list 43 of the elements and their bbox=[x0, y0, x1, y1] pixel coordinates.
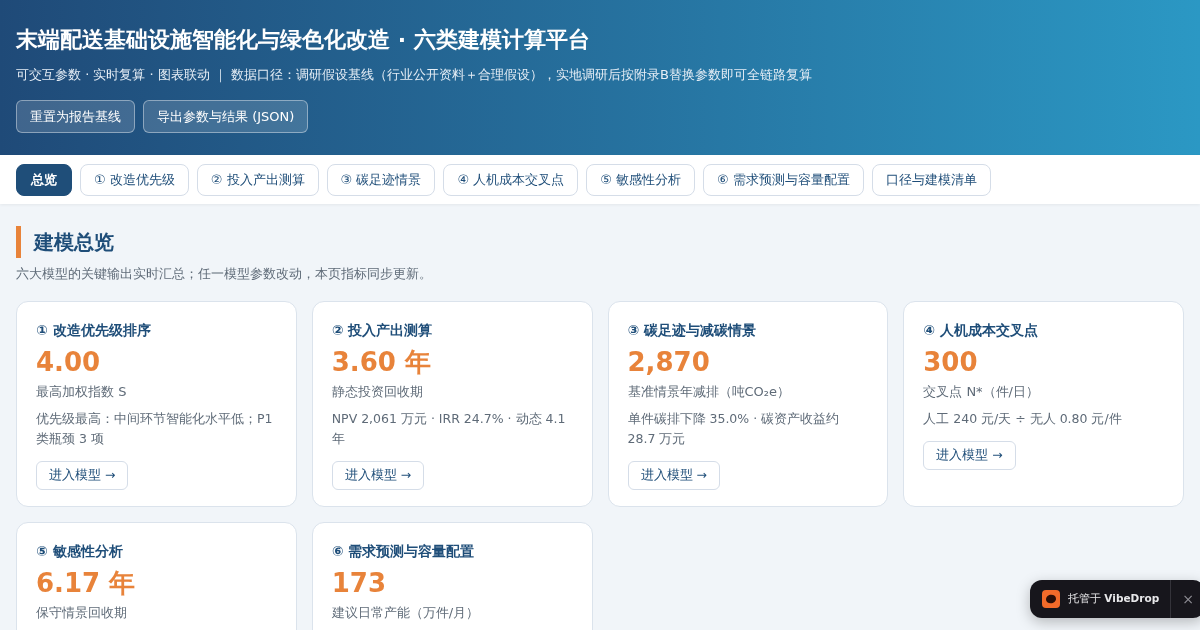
card-title: ① 改造优先级排序 bbox=[36, 321, 151, 340]
header-button[interactable]: 导出参数与结果 (JSON) bbox=[143, 100, 309, 133]
close-button[interactable]: × bbox=[1171, 580, 1200, 618]
card-value: 6.17 年 bbox=[36, 567, 136, 600]
card-value: 3.60 年 bbox=[331, 346, 431, 379]
card-value: 4.00 bbox=[36, 346, 101, 379]
card-label: 保守情景回收期 bbox=[36, 604, 127, 622]
card-value: 173 bbox=[331, 567, 387, 600]
enter-model-button[interactable]: 进入模型 → bbox=[923, 441, 1016, 470]
card-detail: 单件碳排下降 35.0% · 碳资产收益约 28.7 万元 bbox=[627, 410, 841, 448]
card-title: ② 投入产出测算 bbox=[331, 321, 433, 340]
enter-model-button[interactable]: 进入模型 → bbox=[36, 461, 129, 490]
tab[interactable]: 口径与建模清单 bbox=[871, 163, 991, 196]
card-title: ③ 碳足迹与减碳情景 bbox=[627, 321, 757, 340]
logo-icon bbox=[1042, 590, 1060, 608]
card-label: 静态投资回收期 bbox=[331, 383, 423, 401]
header-button[interactable]: 重置为报告基线 bbox=[16, 100, 135, 133]
card-detail: 人工 240 元/天 ÷ 无人 0.80 元/件 bbox=[923, 410, 1122, 428]
enter-model-button[interactable]: 进入模型 → bbox=[331, 461, 425, 490]
page-title: 末端配送基础设施智能化与绿色化改造 · 六类建模计算平台 bbox=[16, 26, 590, 54]
tab[interactable]: ⑥ 需求预测与容量配置 bbox=[703, 163, 864, 196]
card-title: ⑤ 敏感性分析 bbox=[36, 542, 123, 561]
page-subtitle: 可交互参数 · 实时复算 · 图表联动 ｜ 数据口径：调研假设基线（行业公开资料＋合理假设），实地调研后按附录B替换参数即可全链路复算 bbox=[16, 66, 812, 85]
enter-model-button[interactable]: 进入模型 → bbox=[627, 461, 720, 490]
card-label: 基准情景年减排（吨CO₂e） bbox=[627, 383, 791, 401]
tab[interactable]: ① 改造优先级 bbox=[80, 163, 189, 196]
card-value: 2,870 bbox=[627, 346, 710, 379]
card-label: 交叉点 N*（件/日） bbox=[923, 383, 1039, 401]
card-title: ④ 人机成本交叉点 bbox=[923, 321, 1038, 340]
card-detail: 优先级最高：中间环节智能化水平低；P1 类瓶颈 3 项 bbox=[36, 410, 274, 448]
tab[interactable]: ③ 碳足迹情景 bbox=[326, 163, 436, 196]
tab[interactable]: 总览 bbox=[16, 163, 72, 196]
card-label: 建议日常产能（万件/月） bbox=[331, 604, 480, 622]
card-label: 最高加权指数 S bbox=[36, 383, 127, 401]
tab[interactable]: ② 投入产出测算 bbox=[196, 163, 319, 196]
tab[interactable]: ⑤ 敏感性分析 bbox=[586, 163, 695, 196]
card-title: ⑥ 需求预测与容量配置 bbox=[331, 542, 475, 561]
card-detail: NPV 2,061 万元 · IRR 24.7% · 动态 4.1 年 bbox=[331, 410, 567, 448]
section-heading: 建模总览 bbox=[16, 226, 1184, 258]
card-value: 300 bbox=[923, 346, 978, 379]
badge-text: 托管于 VibeDrop bbox=[1068, 591, 1160, 607]
tab[interactable]: ④ 人机成本交叉点 bbox=[443, 163, 579, 196]
section-description: 六大模型的关键输出实时汇总；任一模型参数改动，本页指标同步更新。 bbox=[16, 265, 433, 283]
